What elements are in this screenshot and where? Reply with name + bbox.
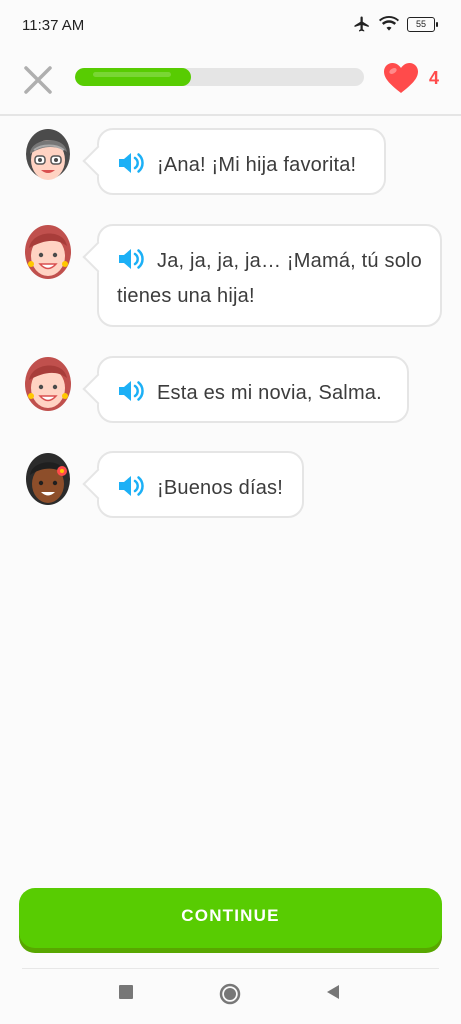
back-nav-icon [327,985,339,999]
recents-nav-button[interactable] [118,984,134,1005]
nav-divider [22,968,439,969]
play-audio-button[interactable] [117,151,147,175]
dialogue-text[interactable]: ¡Buenos días! [157,477,283,499]
progress-shine [93,72,171,77]
lesson-progress-bar [75,68,364,86]
continue-button[interactable]: CONTINUE [19,888,442,948]
lesson-header: 4 [0,52,461,112]
speech-bubble: ¡Buenos días! [97,451,304,518]
ana-avatar [24,224,72,280]
speech-bubble: Esta es mi novia, Salma. [97,356,409,423]
circle-nav-icon [219,983,241,1005]
close-button[interactable] [22,64,54,96]
salma-avatar [24,451,72,507]
header-divider [0,114,461,116]
status-icons: 55 [353,15,438,33]
play-audio-button[interactable] [117,379,147,403]
status-time: 11:37 AM [22,17,85,34]
square-nav-icon [119,985,133,999]
wifi-icon [379,16,399,31]
hearts-counter[interactable]: 4 [383,62,439,94]
close-icon [24,66,52,94]
back-nav-button[interactable] [325,984,341,1005]
play-audio-button[interactable] [117,474,147,498]
grandmother-avatar [24,128,72,184]
dialogue-text[interactable]: Esta es mi novia, Salma. [157,382,382,404]
status-bar: 11:37 AM 55 [0,0,461,50]
speaker-icon [119,476,144,496]
speaker-icon [119,153,144,173]
ana-avatar [24,356,72,412]
speaker-icon [119,381,144,401]
progress-fill [75,68,191,86]
home-nav-button[interactable] [219,983,241,1010]
heart-icon [384,63,418,93]
dialogue-text[interactable]: ¡Ana! ¡Mi hija favorita! [157,154,356,176]
speech-bubble: ¡Ana! ¡Mi hija favorita! [97,128,386,195]
battery-icon: 55 [407,16,438,32]
hearts-count: 4 [429,67,440,88]
speech-bubble: Ja, ja, ja, ja… ¡Mamá, tú solo tienes un… [97,224,442,327]
airplane-icon [354,16,369,32]
dialogue-text[interactable]: Ja, ja, ja, ja… ¡Mamá, tú solo tienes un… [117,244,424,314]
